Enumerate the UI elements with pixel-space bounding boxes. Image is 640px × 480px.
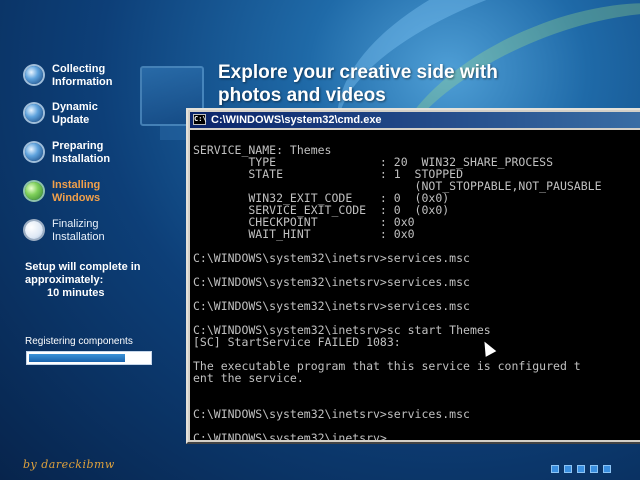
indicator-dot — [577, 465, 585, 473]
cmd-icon[interactable]: C:\ — [193, 114, 207, 125]
progress-fill — [29, 354, 125, 362]
console-line: [SC] StartService FAILED 1083: — [193, 335, 401, 349]
marketing-headline: Explore your creative side with photos a… — [218, 61, 578, 107]
step-label: Dynamic Update — [52, 101, 98, 126]
cmd-window[interactable]: C:\ C:\WINDOWS\system32\cmd.exe SERVICE_… — [186, 108, 640, 444]
console-output[interactable]: SERVICE_NAME: Themes TYPE : 20 WIN32_SHA… — [190, 130, 640, 440]
status-label: Registering components — [25, 336, 133, 347]
setup-progress-bar — [26, 351, 152, 365]
step-label: Installing Windows — [52, 179, 101, 204]
indicator-dot — [551, 465, 559, 473]
eta-minutes: 10 minutes — [47, 287, 105, 299]
step-done-icon — [25, 66, 43, 84]
step-done-icon — [25, 104, 43, 122]
console-line: C:\WINDOWS\system32\inetsrv>services.msc — [193, 251, 470, 265]
console-line: C:\WINDOWS\system32\inetsrv>services.msc — [193, 407, 470, 421]
author-credit: by dareckibmw — [23, 458, 115, 471]
page-indicator-dots — [551, 460, 616, 478]
headline-line: photos and videos — [218, 85, 386, 106]
monitor-stand-illustration — [160, 126, 186, 140]
step-label: Collecting Information — [52, 63, 113, 88]
step-label: Preparing Installation — [52, 140, 111, 165]
console-line: C:\WINDOWS\system32\inetsrv>services.msc — [193, 299, 470, 313]
step-pending-icon — [25, 221, 43, 239]
step-done-icon — [25, 143, 43, 161]
indicator-dot — [590, 465, 598, 473]
eta-line: Setup will complete in — [25, 261, 141, 273]
step-label: Finalizing Installation — [52, 218, 105, 243]
console-line: C:\WINDOWS\system32\inetsrv> — [193, 431, 387, 440]
step-active-icon — [25, 182, 43, 200]
console-line: WAIT_HINT : 0x0 — [193, 227, 415, 241]
time-remaining: Setup will complete in approximately: 10… — [25, 261, 165, 300]
cmd-titlebar[interactable]: C:\ C:\WINDOWS\system32\cmd.exe — [190, 112, 640, 128]
indicator-dot — [564, 465, 572, 473]
console-line: ent the service. — [193, 371, 304, 385]
console-line: C:\WINDOWS\system32\inetsrv>services.msc — [193, 275, 470, 289]
headline-line: Explore your creative side with — [218, 62, 498, 83]
cmd-title: C:\WINDOWS\system32\cmd.exe — [211, 114, 382, 126]
eta-line: approximately: — [25, 274, 104, 286]
indicator-dot — [603, 465, 611, 473]
